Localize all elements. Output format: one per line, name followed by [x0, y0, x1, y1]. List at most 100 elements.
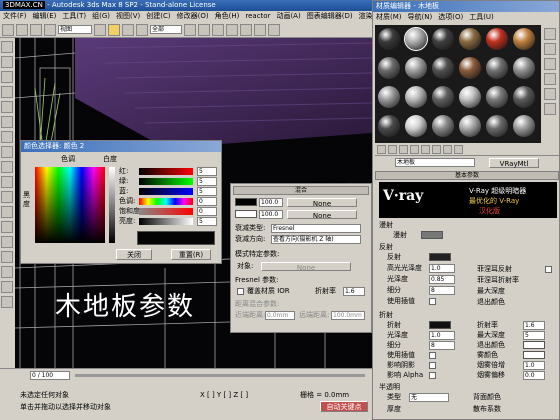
uv-tiling-icon[interactable] [544, 73, 556, 85]
map1-button[interactable]: None [287, 198, 357, 208]
snap-icon[interactable] [184, 23, 196, 36]
channel-slider[interactable] [139, 168, 193, 175]
map2-button[interactable]: None [287, 210, 357, 220]
use-interp-checkbox[interactable] [429, 298, 436, 305]
refract-swatch[interactable] [429, 321, 451, 329]
sample-slot[interactable] [459, 57, 481, 79]
color1-amount[interactable]: 100.0 [259, 198, 283, 207]
menu-item[interactable]: 角色(H) [215, 11, 240, 22]
channel-slider[interactable] [139, 218, 193, 225]
falloff-dir-select[interactable]: 查看方向(摄影机 Z 轴) [271, 235, 361, 244]
options-icon[interactable] [544, 103, 556, 115]
put-material-icon[interactable] [388, 145, 397, 154]
menu-item[interactable]: 渲染(R) [359, 11, 372, 22]
undo-icon[interactable] [2, 23, 14, 36]
material-menu-item[interactable]: 材质(M) [376, 12, 402, 23]
sample-slot[interactable] [459, 86, 481, 108]
menu-item[interactable]: 创建(C) [146, 11, 170, 22]
timeline-counter[interactable]: 0 / 100 [30, 371, 70, 380]
tool-icon[interactable] [1, 221, 13, 233]
material-name-input[interactable]: 木地板 [395, 158, 475, 167]
show-map-icon[interactable] [443, 145, 452, 154]
sample-slot[interactable] [486, 86, 508, 108]
tool-icon[interactable] [1, 296, 13, 308]
sample-slot[interactable] [513, 115, 535, 137]
sample-slot[interactable] [459, 28, 481, 50]
channel-input[interactable]: 0 [197, 197, 217, 206]
tool-icon[interactable] [1, 41, 13, 53]
object-button[interactable]: None [261, 262, 351, 272]
scale-icon[interactable] [136, 23, 148, 36]
mirror-icon[interactable] [212, 23, 224, 36]
refract-right-input[interactable]: 5 [523, 331, 545, 340]
tool-icon[interactable] [1, 281, 13, 293]
tool-icon[interactable] [1, 251, 13, 263]
channel-input[interactable]: 5 [197, 217, 217, 226]
redo-icon[interactable] [16, 23, 28, 36]
tool-icon[interactable] [1, 131, 13, 143]
refract-right-swatch[interactable] [523, 341, 545, 349]
channel-slider[interactable] [139, 198, 193, 205]
sample-slot[interactable] [432, 86, 454, 108]
material-editor-icon[interactable] [240, 23, 252, 36]
color2-amount[interactable]: 100.0 [259, 210, 283, 219]
sample-slot[interactable] [378, 57, 400, 79]
refract-checkbox[interactable] [429, 362, 436, 369]
tool-icon[interactable] [1, 206, 13, 218]
sample-slot[interactable] [378, 86, 400, 108]
tool-icon[interactable] [1, 71, 13, 83]
sample-slot[interactable] [486, 115, 508, 137]
fresnel-reflect-checkbox[interactable] [545, 266, 552, 273]
sample-slot[interactable] [432, 57, 454, 79]
type-select[interactable]: 无 [409, 393, 449, 402]
sample-slot[interactable] [405, 57, 427, 79]
sample-slot[interactable] [404, 27, 428, 51]
timeline-track[interactable] [75, 374, 365, 377]
tool-icon[interactable] [1, 101, 13, 113]
menu-item[interactable]: 组(G) [92, 11, 110, 22]
ior-input[interactable]: 1.6 [343, 287, 365, 296]
angle-snap-icon[interactable] [198, 23, 210, 36]
close-button[interactable]: 关闭 [116, 249, 152, 260]
tool-icon[interactable] [1, 266, 13, 278]
autokey-button[interactable]: 自动关键点 [320, 401, 368, 412]
mix-rollout[interactable]: 混合 [233, 186, 369, 195]
link-icon[interactable] [30, 23, 42, 36]
reflect-input[interactable]: 1.0 [429, 264, 455, 273]
refract-checkbox[interactable] [429, 352, 436, 359]
tool-icon[interactable] [1, 176, 13, 188]
material-type-button[interactable]: VRayMtl [489, 158, 539, 168]
tool-icon[interactable] [1, 191, 13, 203]
refract-right-input[interactable]: 1.0 [523, 361, 545, 370]
background-icon[interactable] [544, 58, 556, 70]
sample-slot[interactable] [405, 115, 427, 137]
menu-item[interactable]: 视图(V) [116, 11, 140, 22]
refract-right-input[interactable]: 0.0 [523, 371, 545, 380]
channel-input[interactable]: 5 [197, 177, 217, 186]
color1-swatch[interactable] [235, 198, 257, 206]
material-menu-item[interactable]: 选项(O) [438, 12, 463, 23]
refract-right-swatch[interactable] [523, 351, 545, 359]
render-icon[interactable] [254, 23, 266, 36]
go-parent-icon[interactable] [454, 145, 463, 154]
refract-input[interactable]: 1.0 [429, 331, 455, 340]
tool-icon[interactable] [1, 56, 13, 68]
rotate-icon[interactable] [122, 23, 134, 36]
sample-slot[interactable] [378, 28, 400, 50]
color2-swatch[interactable] [235, 210, 257, 218]
backlight-icon[interactable] [544, 43, 556, 55]
menu-item[interactable]: 修改器(O) [177, 11, 209, 22]
far-distance-input[interactable]: 100.0mm [331, 311, 365, 320]
sample-slot[interactable] [513, 57, 535, 79]
tool-icon[interactable] [1, 116, 13, 128]
reset-map-icon[interactable] [410, 145, 419, 154]
material-menu-item[interactable]: 导航(N) [408, 12, 433, 23]
sample-slot[interactable] [459, 115, 481, 137]
sample-slot[interactable] [486, 57, 508, 79]
tool-icon[interactable] [1, 146, 13, 158]
basic-params-rollout[interactable]: 基本参数 [375, 171, 559, 180]
assign-material-icon[interactable] [399, 145, 408, 154]
channel-input[interactable]: 5 [197, 187, 217, 196]
quick-render-icon[interactable] [268, 23, 280, 36]
sample-slot[interactable] [513, 28, 535, 50]
